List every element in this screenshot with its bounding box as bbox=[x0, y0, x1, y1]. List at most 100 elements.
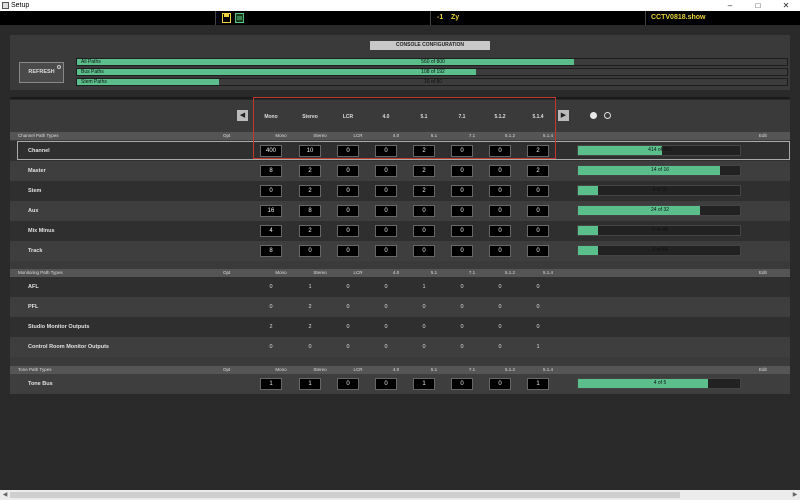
format-subheader: 5.1 bbox=[430, 367, 438, 372]
path-count-field[interactable]: 0 bbox=[413, 225, 435, 237]
path-count-field[interactable]: 0 bbox=[260, 185, 282, 197]
path-count-field[interactable]: 0 bbox=[489, 205, 511, 217]
path-count-field[interactable]: 0 bbox=[451, 205, 473, 217]
path-row-label: PFL bbox=[28, 304, 39, 310]
path-count-field[interactable]: 2 bbox=[413, 185, 435, 197]
path-count-field[interactable]: 0 bbox=[337, 225, 359, 237]
path-count-field[interactable]: 16 bbox=[260, 205, 282, 217]
format-subheader: 4.0 bbox=[392, 270, 400, 275]
usage-bar: 4 of 32 bbox=[577, 185, 741, 196]
path-row: PFL 0 2 0 0 0 0 0 0 bbox=[10, 297, 790, 317]
path-count: 0 bbox=[460, 304, 464, 310]
close-icon[interactable]: ✕ bbox=[776, 0, 796, 11]
path-count-field[interactable]: 0 bbox=[375, 225, 397, 237]
path-count: 1 bbox=[422, 284, 426, 290]
path-count-field[interactable]: 0 bbox=[337, 165, 359, 177]
refresh-button[interactable]: REFRESH bbox=[19, 62, 64, 83]
save-icon[interactable] bbox=[222, 13, 231, 23]
path-summary-bar: Stem Paths 16 of 80 bbox=[76, 78, 788, 86]
path-count-field[interactable]: 2 bbox=[299, 165, 321, 177]
path-count-field[interactable]: 0 bbox=[451, 165, 473, 177]
path-count-field[interactable]: 0 bbox=[451, 225, 473, 237]
path-count: 0 bbox=[346, 284, 350, 290]
path-count-field[interactable]: 0 bbox=[337, 378, 359, 390]
path-summary-bar: All Paths 560 of 800 bbox=[76, 58, 788, 66]
scroll-left-icon[interactable]: ◀ bbox=[0, 490, 10, 500]
path-count: 0 bbox=[384, 284, 388, 290]
path-count-field[interactable]: 0 bbox=[451, 245, 473, 257]
console-configuration-button[interactable]: CONSOLE CONFIGURATION bbox=[370, 41, 490, 50]
path-count-field[interactable]: 0 bbox=[375, 165, 397, 177]
format-subheader: Mono bbox=[275, 270, 287, 275]
path-count-field[interactable]: 0 bbox=[375, 185, 397, 197]
window-title: Setup bbox=[11, 2, 30, 9]
minimize-icon[interactable]: – bbox=[720, 0, 740, 11]
format-subheader: 5.1.2 bbox=[504, 367, 515, 372]
path-count-field[interactable]: 0 bbox=[489, 378, 511, 390]
path-count: 0 bbox=[536, 284, 540, 290]
scroll-right-button[interactable]: ▶ bbox=[558, 110, 569, 121]
group-title: Channel Path Types bbox=[18, 133, 59, 138]
path-count-field[interactable]: 0 bbox=[527, 245, 549, 257]
path-count-field[interactable]: 8 bbox=[260, 245, 282, 257]
path-count-field[interactable]: 1 bbox=[413, 378, 435, 390]
path-count-field[interactable]: 0 bbox=[451, 185, 473, 197]
path-count-field[interactable]: 0 bbox=[489, 245, 511, 257]
format-subheader: 5.1.4 bbox=[542, 367, 553, 372]
path-row-label: Studio Monitor Outputs bbox=[28, 324, 90, 330]
path-count-field[interactable]: 2 bbox=[299, 225, 321, 237]
document-icon[interactable] bbox=[235, 13, 244, 23]
path-count-field[interactable]: 0 bbox=[489, 185, 511, 197]
path-count-field[interactable]: 8 bbox=[260, 165, 282, 177]
path-count: 0 bbox=[498, 344, 502, 350]
path-row: AFL 0 1 0 0 1 0 0 0 bbox=[10, 277, 790, 297]
usage-text: 8 of 64 bbox=[652, 247, 668, 253]
path-count-field[interactable]: 1 bbox=[527, 378, 549, 390]
path-count-field[interactable]: 0 bbox=[337, 205, 359, 217]
path-count-field[interactable]: 1 bbox=[260, 378, 282, 390]
path-count-field[interactable]: 0 bbox=[375, 205, 397, 217]
path-count-field[interactable]: 0 bbox=[527, 185, 549, 197]
horizontal-scrollbar[interactable]: ◀ ▶ bbox=[0, 490, 800, 500]
page-radio-2[interactable] bbox=[604, 112, 611, 119]
path-row-label: Master bbox=[28, 168, 46, 174]
path-count-field[interactable]: 2 bbox=[527, 165, 549, 177]
maximize-icon[interactable]: □ bbox=[748, 0, 768, 11]
path-row-label: AFL bbox=[28, 284, 39, 290]
path-count-field[interactable]: 0 bbox=[413, 205, 435, 217]
path-count-field[interactable]: 0 bbox=[527, 205, 549, 217]
scroll-left-button[interactable]: ◀ bbox=[237, 110, 248, 121]
path-count-field[interactable]: 8 bbox=[299, 205, 321, 217]
edit-label[interactable]: Edit bbox=[759, 269, 767, 277]
path-count-field[interactable]: 0 bbox=[337, 245, 359, 257]
path-count: 1 bbox=[308, 284, 312, 290]
path-count-field[interactable]: 2 bbox=[413, 165, 435, 177]
path-count-field[interactable]: 4 bbox=[260, 225, 282, 237]
path-count-field[interactable]: 2 bbox=[299, 185, 321, 197]
toolbar-section-show: CCTV0818.show bbox=[645, 11, 800, 25]
scrollbar-thumb[interactable] bbox=[10, 492, 680, 498]
path-count-field[interactable]: 0 bbox=[451, 378, 473, 390]
path-row: Master 8 2 0 0 2 0 0 2 14 of 16 bbox=[10, 161, 790, 181]
usage-text: 4 of 32 bbox=[652, 187, 668, 193]
path-count: 0 bbox=[422, 324, 426, 330]
path-count: 0 bbox=[384, 304, 388, 310]
scroll-right-icon[interactable]: ▶ bbox=[790, 490, 800, 500]
path-count-field[interactable]: 0 bbox=[375, 245, 397, 257]
zoom-readout[interactable]: Zy bbox=[451, 13, 459, 23]
edit-label[interactable]: Edit bbox=[759, 132, 767, 140]
path-count-field[interactable]: 0 bbox=[375, 378, 397, 390]
path-count-field[interactable]: 0 bbox=[413, 245, 435, 257]
path-count-field[interactable]: 0 bbox=[489, 165, 511, 177]
path-count-field[interactable]: 0 bbox=[299, 245, 321, 257]
path-count-field[interactable]: 1 bbox=[299, 378, 321, 390]
path-count-field[interactable]: 0 bbox=[489, 225, 511, 237]
usage-text: 4 of 5 bbox=[653, 380, 667, 386]
refresh-indicator-icon bbox=[57, 65, 61, 69]
path-count-field[interactable]: 0 bbox=[337, 185, 359, 197]
page-radio-1[interactable] bbox=[590, 112, 597, 119]
path-count: 0 bbox=[536, 304, 540, 310]
refresh-label: REFRESH bbox=[28, 69, 55, 75]
path-count-field[interactable]: 0 bbox=[527, 225, 549, 237]
edit-label[interactable]: Edit bbox=[759, 366, 767, 374]
